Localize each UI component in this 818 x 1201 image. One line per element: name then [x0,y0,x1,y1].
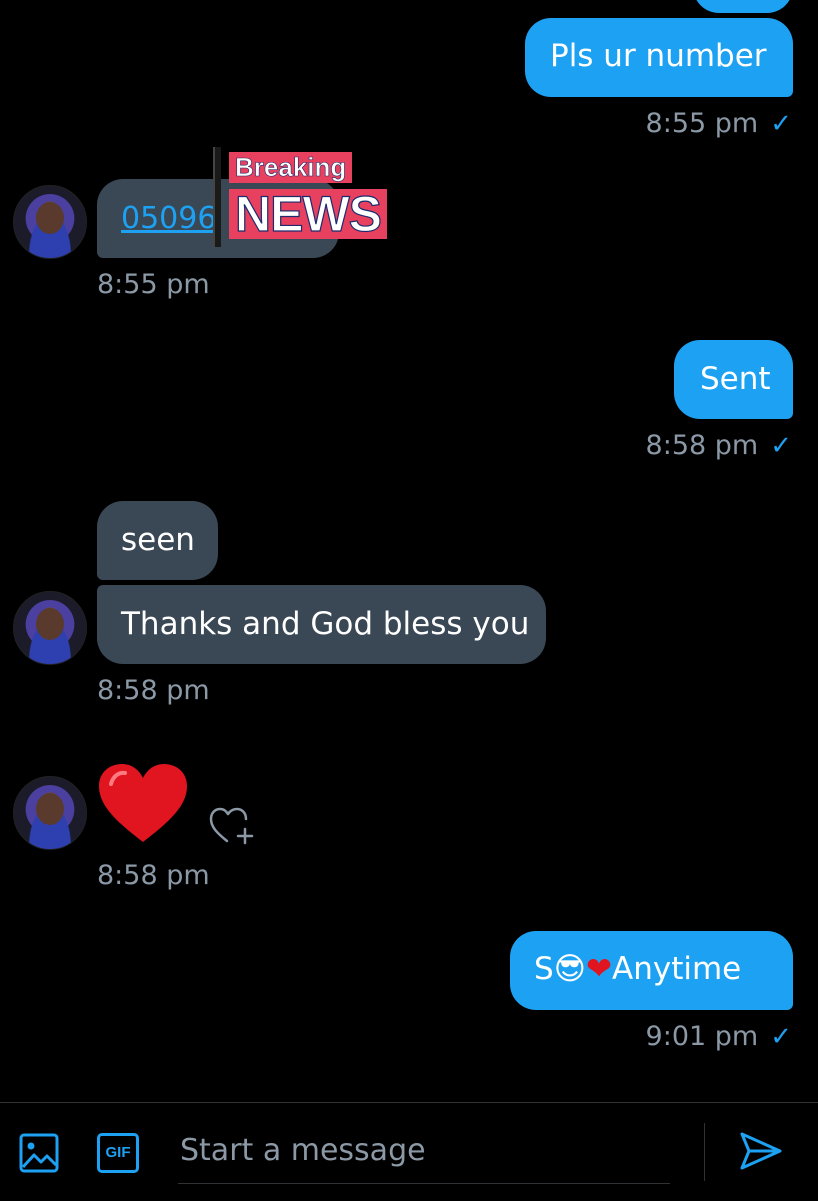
message-text: Pls ur number [550,38,767,74]
read-check-icon: ✓ [770,431,792,461]
message-timestamp: 8:55 pm [97,269,210,300]
read-check-icon: ✓ [770,1022,792,1052]
input-underline [178,1183,670,1184]
message-composer: GIF [0,1102,818,1201]
outgoing-message-bubble[interactable]: Sent [674,340,793,419]
phone-number-link[interactable]: 05096 [121,201,216,236]
outgoing-message-bubble[interactable]: Pls ur number [525,18,793,97]
overlay-news-label: NEWS [229,188,387,240]
avatar[interactable] [13,776,87,850]
message-timestamp: 8:58 pm ✓ [645,430,792,461]
overlay-breaking-label: Breaking [229,152,353,183]
incoming-message-bubble[interactable]: Thanks and God bless you [97,585,546,664]
message-text-start: S [534,951,554,987]
message-text: seen [121,522,195,558]
message-timestamp: 8:58 pm [97,860,210,891]
add-reaction-icon[interactable] [207,803,255,847]
message-input[interactable] [178,1123,672,1177]
sunglasses-emoji: 😎 [553,951,587,987]
outgoing-message-bubble[interactable]: S😎❤Anytime [510,931,793,1010]
message-text: Sent [700,361,771,397]
avatar[interactable] [13,591,87,665]
image-icon[interactable] [19,1133,59,1173]
message-text: Thanks and God bless you [121,606,530,642]
previous-outgoing-bubble[interactable] [693,0,793,13]
heart-emoji-icon[interactable] [97,762,189,844]
gif-icon[interactable]: GIF [97,1133,139,1173]
breaking-news-overlay: Breaking NEWS [213,147,413,247]
message-timestamp: 8:58 pm [97,675,210,706]
message-text-end: Anytime [612,951,742,987]
heart-emoji: ❤ [586,951,612,987]
message-timestamp: 9:01 pm ✓ [645,1021,792,1052]
read-check-icon: ✓ [770,109,792,139]
avatar[interactable] [13,185,87,259]
send-icon[interactable] [739,1131,783,1171]
message-timestamp: 8:55 pm ✓ [645,108,792,139]
overlay-bar [213,147,221,247]
gif-label: GIF [105,1144,131,1161]
composer-divider [704,1123,705,1181]
incoming-message-bubble[interactable]: seen [97,501,218,580]
